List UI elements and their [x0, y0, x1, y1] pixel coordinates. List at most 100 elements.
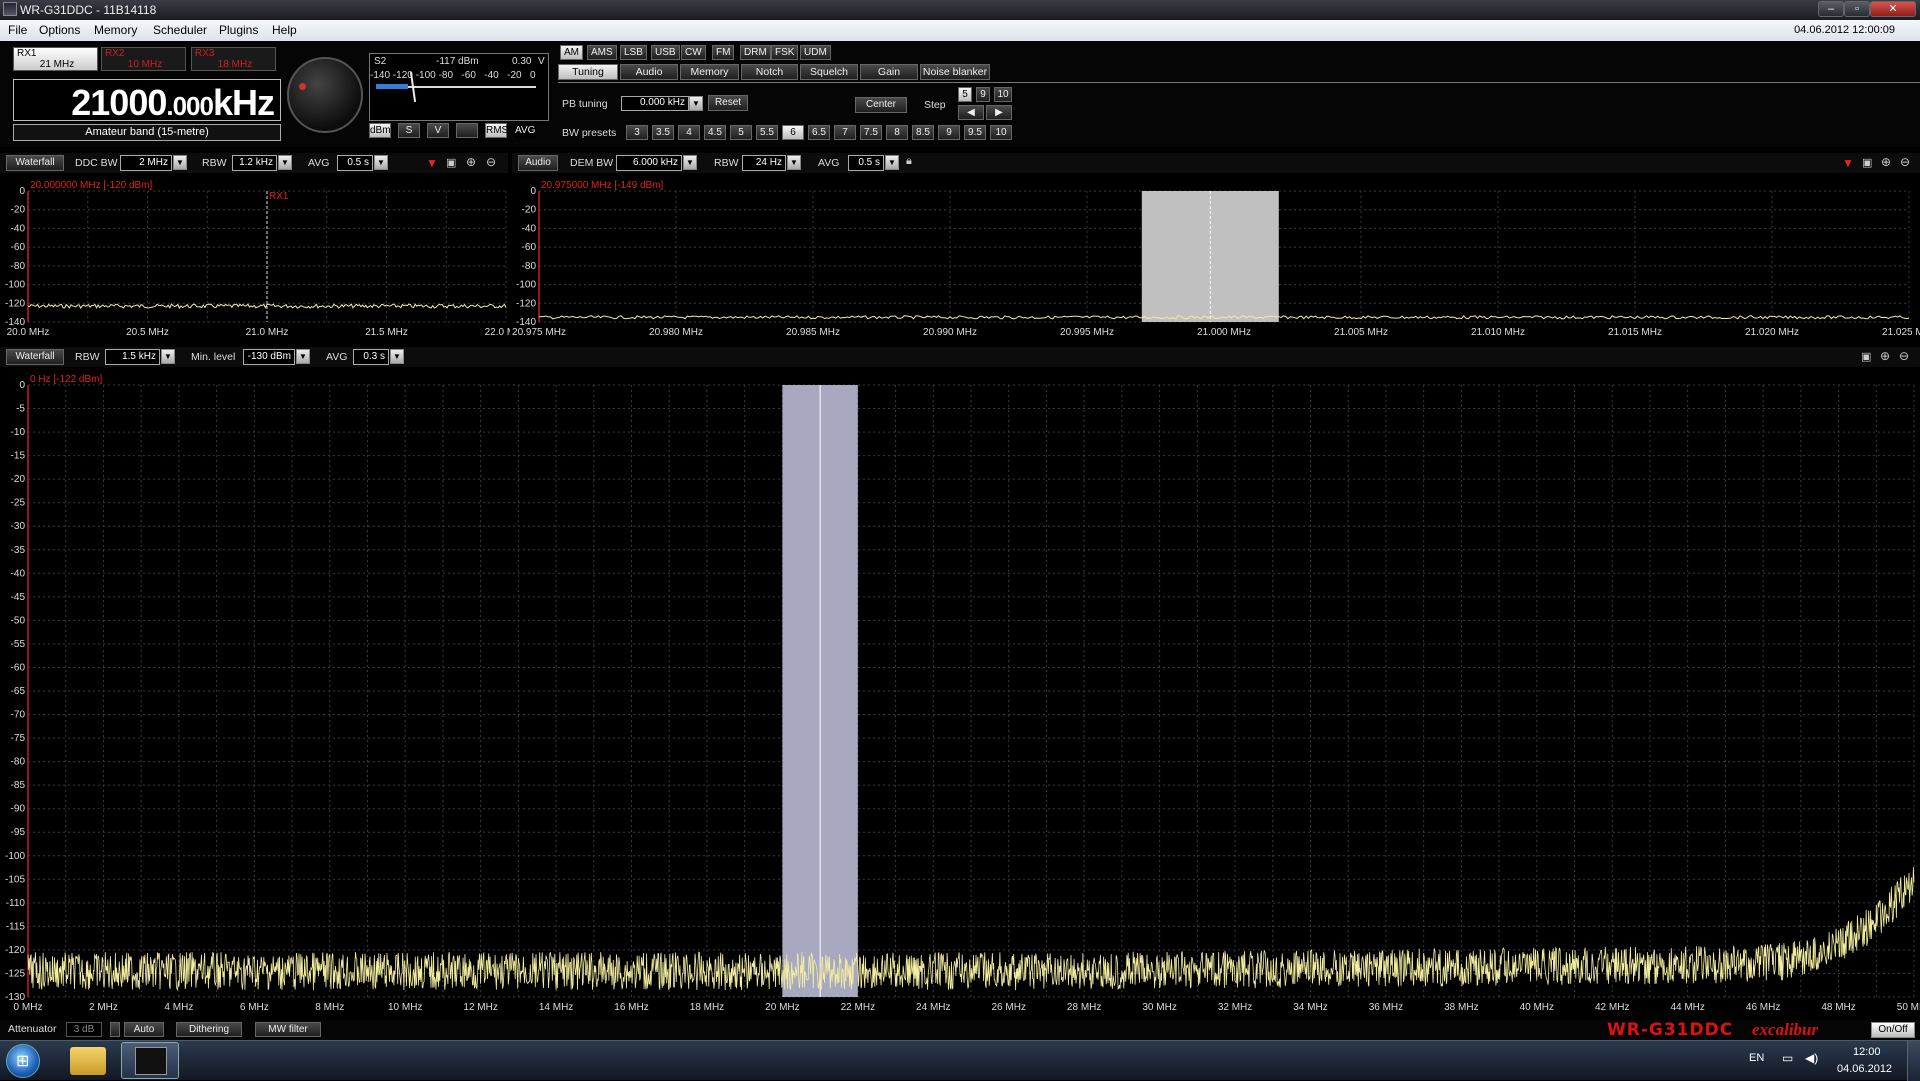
center-button[interactable]: Center — [855, 97, 907, 113]
min-level-input[interactable]: -130 dBm — [243, 349, 295, 365]
bw-preset-button[interactable]: 7 — [834, 125, 856, 140]
tuning-knob[interactable] — [287, 57, 363, 133]
close-button[interactable]: ✕ — [1870, 1, 1916, 17]
bw-preset-button[interactable]: 9.5 — [964, 125, 986, 140]
bw-preset-button[interactable]: 6 — [782, 125, 804, 140]
audio-rbw-input[interactable]: 24 Hz — [742, 155, 786, 171]
reset-button[interactable]: Reset — [708, 95, 748, 111]
bw-preset-button[interactable]: 3 — [626, 125, 648, 140]
bw-preset-button[interactable]: 4.5 — [704, 125, 726, 140]
clock-date[interactable]: 04.06.2012 — [1837, 1063, 1892, 1075]
auto-button[interactable]: Auto — [124, 1022, 164, 1037]
step-9-button[interactable]: 9 — [976, 87, 990, 102]
wide-rbw-input[interactable]: 1.5 kHz — [105, 349, 160, 365]
show-desktop-button[interactable] — [1907, 1041, 1920, 1081]
audio-button[interactable]: Audio — [518, 155, 558, 171]
ddc-avg-input[interactable]: 0.5 s — [337, 155, 373, 171]
meter-mode-blank-button[interactable] — [456, 123, 478, 138]
wide-avg-input[interactable]: 0.3 s — [353, 349, 389, 365]
attenuator-value[interactable]: 3 dB — [66, 1022, 102, 1037]
bw-preset-button[interactable]: 5.5 — [756, 125, 778, 140]
meter-mode-avg-button[interactable]: AVG — [514, 123, 536, 138]
dem-bw-dropdown[interactable]: ▼ — [683, 155, 697, 170]
audio-save-icon[interactable]: ▣ — [1862, 156, 1872, 169]
frequency-display[interactable]: 21000.000kHz — [13, 79, 281, 123]
wide-zoom-out-icon[interactable]: ⊖ — [1899, 349, 1909, 363]
rx3-tab[interactable]: RX3 18 MHz — [191, 47, 276, 71]
menu-file[interactable]: File — [8, 23, 27, 37]
audio-marker-icon[interactable]: ▼ — [1842, 156, 1854, 170]
language-indicator[interactable]: EN — [1749, 1052, 1764, 1064]
ddc-zoom-out-icon[interactable]: ⊖ — [486, 155, 496, 169]
rx1-tab[interactable]: RX1 21 MHz — [13, 47, 98, 71]
network-icon[interactable]: ▭ — [1782, 1051, 1793, 1065]
folder-icon[interactable] — [70, 1047, 106, 1075]
min-level-dropdown[interactable]: ▼ — [296, 349, 310, 364]
menu-scheduler[interactable]: Scheduler — [153, 23, 207, 37]
meter-mode-v-button[interactable]: V — [427, 123, 449, 138]
tab-tuning[interactable]: Tuning — [558, 64, 618, 80]
ddc-zoom-in-icon[interactable]: ⊕ — [466, 155, 476, 169]
meter-mode-s-button[interactable]: S — [398, 123, 420, 138]
step-5-button[interactable]: 5 — [958, 87, 972, 102]
taskbar-app-button[interactable] — [121, 1042, 179, 1079]
wide-zoom-in-icon[interactable]: ⊕ — [1880, 349, 1890, 363]
wide-save-icon[interactable]: ▣ — [1861, 350, 1871, 363]
tab-gain[interactable]: Gain — [860, 64, 918, 80]
step-up-button[interactable]: ▶ — [986, 105, 1012, 120]
audio-lock-icon[interactable]: 🔒︎ — [906, 155, 912, 168]
audio-zoom-in-icon[interactable]: ⊕ — [1881, 155, 1891, 169]
step-10-button[interactable]: 10 — [994, 87, 1012, 102]
ddc-bw-dropdown[interactable]: ▼ — [173, 155, 187, 170]
ddc-save-icon[interactable]: ▣ — [446, 156, 456, 169]
mw-filter-button[interactable]: MW filter — [255, 1022, 321, 1037]
wide-avg-dropdown[interactable]: ▼ — [390, 349, 404, 364]
ddc-marker-icon[interactable]: ▼ — [426, 156, 438, 170]
pb-tuning-input[interactable]: 0.000 kHz — [621, 96, 689, 111]
wide-rbw-dropdown[interactable]: ▼ — [161, 349, 175, 364]
minimize-button[interactable]: – — [1818, 1, 1844, 17]
ddc-rbw-dropdown[interactable]: ▼ — [278, 155, 292, 170]
bw-preset-button[interactable]: 4 — [678, 125, 700, 140]
audio-rbw-dropdown[interactable]: ▼ — [787, 155, 801, 170]
bw-preset-button[interactable]: 9 — [938, 125, 960, 140]
wide-spectrum[interactable]: 0 -5 -10 -15 -20 -25 -30 -35 -40 -45 -50 -55 -60 -65 -… — [0, 368, 1920, 1020]
ddc-spectrum[interactable]: 0-20-40-60-80-100-120-14020.0 MHz 20.5 MH… — [0, 174, 510, 342]
start-button[interactable]: ⊞ — [6, 1044, 40, 1078]
attenuator-toggle[interactable] — [110, 1022, 120, 1037]
bw-preset-button[interactable]: 7.5 — [860, 125, 882, 140]
on-off-button[interactable]: On/Off — [1871, 1022, 1915, 1038]
ddc-waterfall-button[interactable]: Waterfall — [6, 155, 64, 171]
bw-preset-button[interactable]: 10 — [990, 125, 1012, 140]
volume-icon[interactable]: ◀) — [1805, 1051, 1818, 1065]
audio-zoom-out-icon[interactable]: ⊖ — [1900, 155, 1910, 169]
audio-avg-dropdown[interactable]: ▼ — [885, 155, 899, 170]
meter-mode-dbm-button[interactable]: dBm — [369, 123, 391, 138]
tab-audio[interactable]: Audio — [620, 64, 678, 80]
bw-preset-button[interactable]: 6.5 — [808, 125, 830, 140]
audio-spectrum[interactable]: 0-20-40-60-80-100-120-14020.975 MHz 20.98… — [512, 174, 1920, 342]
tab-notch[interactable]: Notch — [741, 64, 798, 80]
clock-time[interactable]: 12:00 — [1853, 1046, 1881, 1058]
bw-preset-button[interactable]: 5 — [730, 125, 752, 140]
tab-noise-blanker[interactable]: Noise blanker — [920, 64, 990, 80]
pb-tuning-dropdown[interactable]: ▼ — [689, 96, 703, 111]
dem-bw-input[interactable]: 6.000 kHz — [616, 155, 682, 171]
rx2-tab[interactable]: RX2 10 MHz — [101, 47, 186, 71]
meter-mode-rms-button[interactable]: RMS — [485, 123, 508, 138]
bw-preset-button[interactable]: 8.5 — [912, 125, 934, 140]
menu-help[interactable]: Help — [272, 23, 297, 37]
tab-squelch[interactable]: Squelch — [800, 64, 858, 80]
menu-plugins[interactable]: Plugins — [219, 23, 258, 37]
ddc-rbw-input[interactable]: 1.2 kHz — [232, 155, 277, 171]
menu-memory[interactable]: Memory — [94, 23, 137, 37]
audio-avg-input[interactable]: 0.5 s — [848, 155, 884, 171]
bw-preset-button[interactable]: 8 — [886, 125, 908, 140]
bw-preset-button[interactable]: 3.5 — [652, 125, 674, 140]
maximize-button[interactable]: ▫ — [1844, 1, 1870, 17]
ddc-avg-dropdown[interactable]: ▼ — [374, 155, 388, 170]
step-down-button[interactable]: ◀ — [958, 105, 984, 120]
dithering-button[interactable]: Dithering — [176, 1022, 242, 1037]
tab-memory[interactable]: Memory — [680, 64, 739, 80]
menu-options[interactable]: Options — [39, 23, 80, 37]
